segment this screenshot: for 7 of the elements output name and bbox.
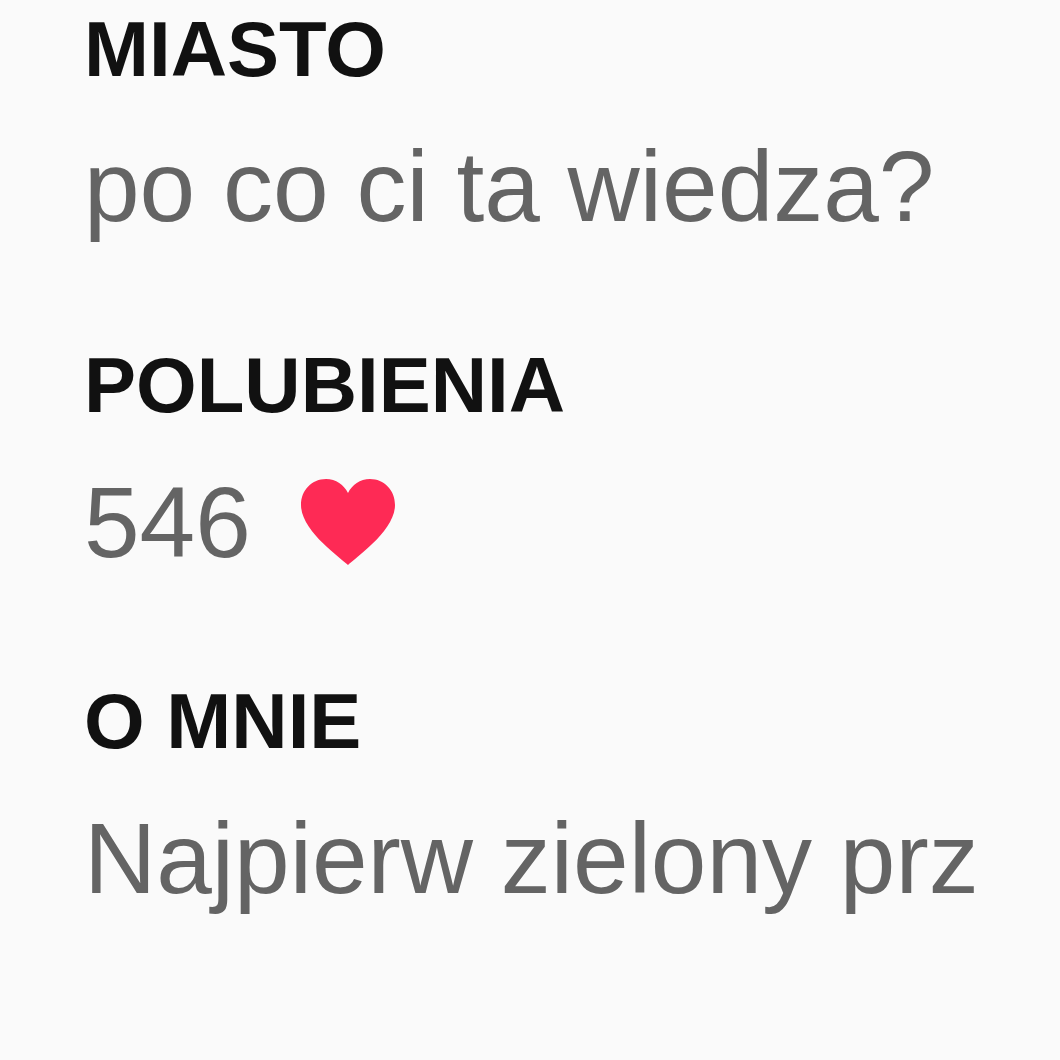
field-label: POLUBIENIA [84,340,566,430]
field-value: Najpierw zielony prz [84,801,979,916]
heart-icon [300,479,395,565]
field-value: 546 [84,465,251,580]
field-label: O MNIE [84,676,362,766]
field-label: MIASTO [84,4,386,94]
field-value: po co ci ta wiedza? [84,129,935,244]
